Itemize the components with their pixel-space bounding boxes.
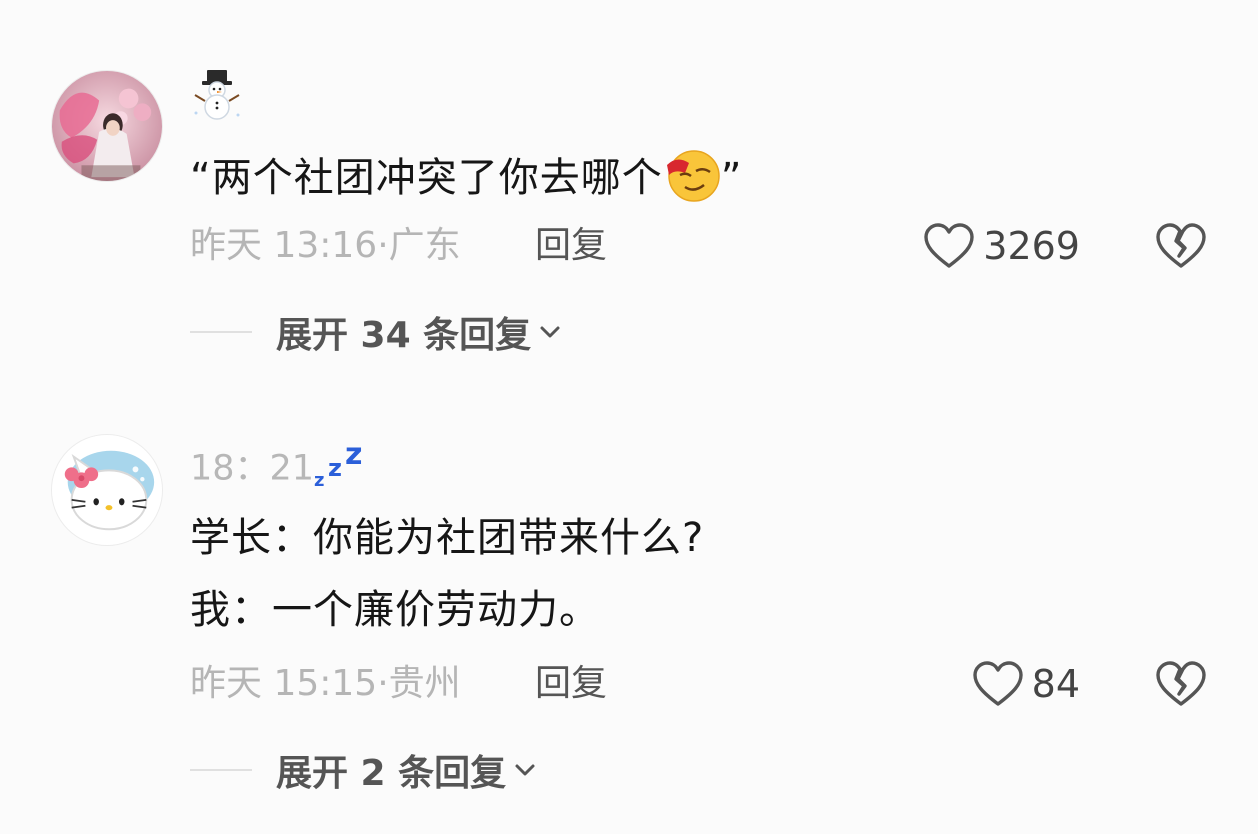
comment-text-line: ”	[720, 155, 743, 201]
avatar[interactable]	[51, 434, 163, 546]
comment-text-line: 我：一个廉价劳动力。	[190, 587, 600, 633]
wink-face-emoji	[663, 145, 721, 203]
avatar[interactable]	[51, 70, 163, 182]
comment-meta: 昨天 15:15·贵州	[190, 663, 461, 704]
zzz-sleep-icon: z z z	[314, 437, 370, 499]
heart-icon	[972, 661, 1023, 706]
divider	[190, 331, 252, 333]
hello-kitty-avatar	[52, 435, 162, 545]
reply-button[interactable]: 回复	[535, 224, 607, 268]
comment-text-line: “两个社团冲突了你去哪个	[190, 155, 663, 201]
reply-button[interactable]: 回复	[535, 662, 607, 706]
username[interactable]: 18：21 z z z	[190, 437, 370, 499]
like-button[interactable]: 3269	[923, 221, 1080, 271]
expand-replies-button[interactable]: 展开 34 条回复	[276, 306, 563, 358]
snowman-icon	[190, 68, 244, 131]
divider	[190, 769, 252, 771]
expand-replies-button[interactable]: 展开 2 条回复	[276, 744, 538, 796]
expand-replies-row: 展开 2 条回复	[190, 748, 538, 794]
like-count: 3269	[983, 224, 1080, 268]
chevron-down-icon	[540, 326, 560, 338]
pink-butterfly-portrait-avatar	[52, 71, 162, 181]
dislike-button[interactable]	[1155, 659, 1207, 709]
broken-heart-icon	[1156, 661, 1206, 706]
comment-item: 18：21 z z z 学长：你能为社团带来什么? 我：一个廉价劳动力。 昨天 …	[0, 400, 1258, 834]
heart-icon	[924, 223, 974, 268]
svg-text:z: z	[345, 440, 362, 472]
comment-text: “两个社团冲突了你去哪个 ”	[190, 145, 742, 203]
comment-time: 昨天 15:15	[190, 663, 378, 704]
chevron-down-icon	[515, 764, 535, 776]
comment-location: 贵州	[388, 663, 461, 704]
comment-meta: 昨天 13:16·广东	[190, 225, 461, 266]
like-count: 84	[1031, 662, 1080, 706]
comment-item: “两个社团冲突了你去哪个 ” 昨天 13:16·广东 回复 3269 展开 34…	[0, 0, 1258, 380]
broken-heart-icon	[1156, 223, 1206, 268]
comment-text-line: 学长：你能为社团带来什么?	[190, 515, 705, 561]
comment-time: 昨天 13:16	[190, 225, 378, 266]
expand-replies-row: 展开 34 条回复	[190, 310, 563, 356]
username[interactable]	[190, 68, 244, 131]
svg-text:z: z	[314, 470, 324, 490]
expand-replies-label: 展开 34 条回复	[276, 315, 532, 356]
comment-location: 广东	[388, 225, 461, 266]
svg-text:z: z	[328, 454, 342, 482]
dislike-button[interactable]	[1155, 221, 1207, 271]
like-button[interactable]: 84	[972, 659, 1080, 709]
username-text: 18：21	[190, 448, 315, 489]
expand-replies-label: 展开 2 条回复	[276, 753, 507, 794]
